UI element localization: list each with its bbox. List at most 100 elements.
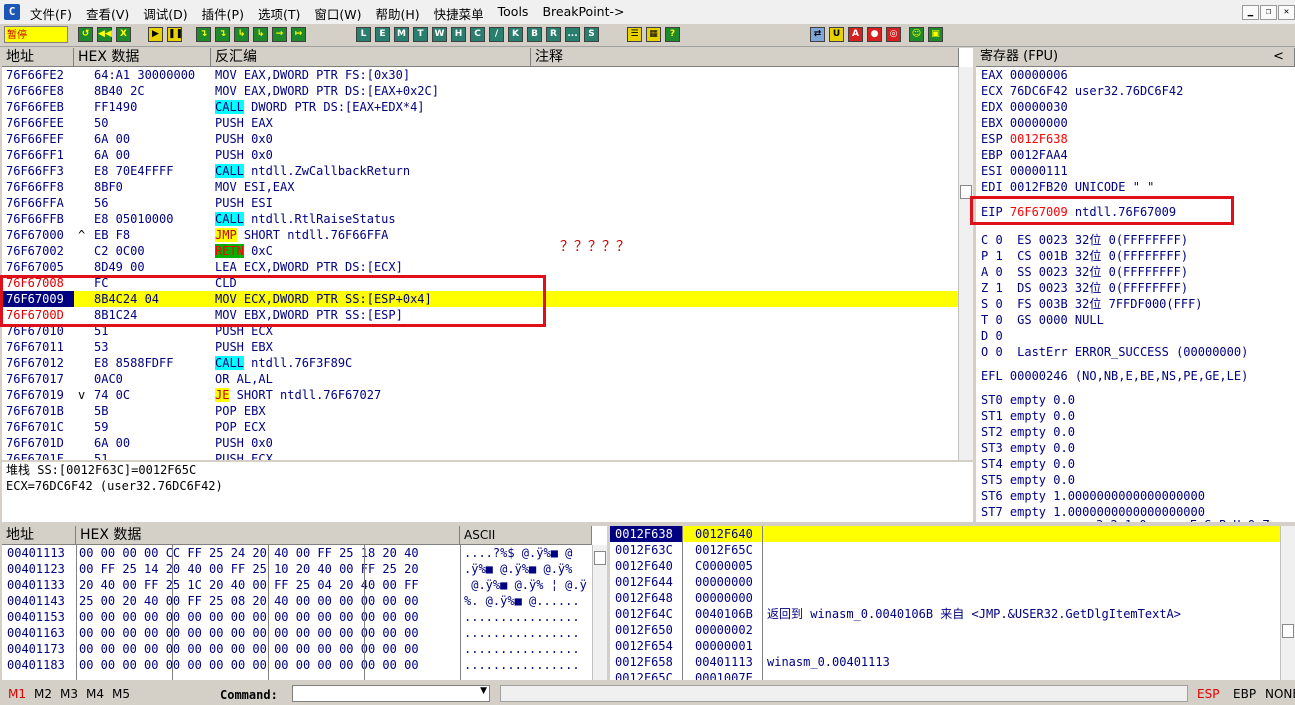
menu-item[interactable]: 调试(D) bbox=[143, 4, 187, 23]
disasm-row[interactable]: 76F6701F 51 PUSH ECX bbox=[2, 451, 958, 460]
dump-row[interactable]: 00401123 00 FF 25 14 20 40 00 FF 25 10 20… bbox=[2, 561, 592, 577]
toolbar-button[interactable]: / bbox=[489, 27, 504, 42]
fpu-register[interactable]: ST1 empty 0.0 bbox=[981, 408, 1075, 424]
disasm-row[interactable]: 76F66FFA 56 PUSH ESI bbox=[2, 195, 958, 211]
stack-row[interactable]: 0012F658 00401113 winasm_0.00401113 bbox=[610, 654, 1280, 670]
toolbar-button[interactable]: ↴ bbox=[215, 27, 230, 42]
dump-row[interactable]: 00401133 20 40 00 FF 25 1C 20 40 00 FF 25… bbox=[2, 577, 592, 593]
col-header-address[interactable]: 地址 bbox=[2, 48, 74, 67]
menu-item[interactable]: 文件(F) bbox=[30, 4, 72, 23]
toolbar-button[interactable]: ... bbox=[565, 27, 580, 42]
toolbar-button[interactable]: ↳ bbox=[234, 27, 249, 42]
disasm-row[interactable]: 76F6701C 59 POP ECX bbox=[2, 419, 958, 435]
toolbar-button[interactable]: C bbox=[470, 27, 485, 42]
register-value[interactable]: 0012FAA4 bbox=[1010, 148, 1068, 162]
bottom-reg-ebp[interactable]: EBP bbox=[1233, 687, 1256, 701]
toolbar-button[interactable]: L bbox=[356, 27, 371, 42]
flag-segment-row[interactable]: A 0 SS 0023 32位 0(FFFFFFFF) bbox=[981, 264, 1188, 280]
flag-segment-row[interactable]: P 1 CS 001B 32位 0(FFFFFFFF) bbox=[981, 248, 1188, 264]
memory-tab-m3[interactable]: M3 bbox=[60, 687, 78, 701]
register-edx[interactable]: EDX 00000030 bbox=[981, 99, 1068, 115]
bottom-reg-esp[interactable]: ESP bbox=[1197, 687, 1219, 701]
dump-row[interactable]: 00401143 25 00 20 40 00 FF 25 08 20 40 00… bbox=[2, 593, 592, 609]
register-value[interactable]: 00000111 bbox=[1010, 164, 1068, 178]
flag-segment-row[interactable]: C 0 ES 0023 32位 0(FFFFFFFF) bbox=[981, 232, 1188, 248]
toolbar-button[interactable]: ◎ bbox=[886, 27, 901, 42]
fpu-register[interactable]: ST3 empty 0.0 bbox=[981, 440, 1075, 456]
disassembly-scrollbar[interactable] bbox=[958, 67, 973, 460]
dump-row[interactable]: 00401153 00 00 00 00 00 00 00 00 00 00 00… bbox=[2, 609, 592, 625]
menu-item[interactable]: 帮助(H) bbox=[375, 4, 419, 23]
menu-item[interactable]: 插件(P) bbox=[202, 4, 244, 23]
dump-row[interactable]: 00401163 00 00 00 00 00 00 00 00 00 00 00… bbox=[2, 625, 592, 641]
stack-row[interactable]: 0012F65C 0001007E bbox=[610, 670, 1280, 680]
command-input[interactable]: ▼ bbox=[292, 685, 490, 702]
flag-segment-row[interactable]: S 0 FS 003B 32位 7FFDF000(FFF) bbox=[981, 296, 1203, 312]
bottom-reg-none[interactable]: NONE bbox=[1265, 687, 1295, 701]
dump-header-ascii[interactable]: ASCII bbox=[460, 526, 592, 545]
disasm-row[interactable]: 76F6701D 6A 00 PUSH 0x0 bbox=[2, 435, 958, 451]
toolbar-button[interactable]: ☰ bbox=[627, 27, 642, 42]
toolbar-button[interactable]: ? bbox=[665, 27, 680, 42]
disasm-row[interactable]: 76F67017 0AC0 OR AL,AL bbox=[2, 371, 958, 387]
toolbar-button[interactable]: ↺ bbox=[78, 27, 93, 42]
disasm-row[interactable]: 76F67019 v 74 0C JE SHORT ntdll.76F67027 bbox=[2, 387, 958, 403]
disasm-row[interactable]: 76F67002 C2 0C00 RETN 0xC bbox=[2, 243, 958, 259]
flag-segment-row[interactable]: D 0 bbox=[981, 328, 1003, 344]
toolbar-button[interactable]: ▦ bbox=[646, 27, 661, 42]
dump-row[interactable]: 00401113 00 00 00 00 CC FF 25 24 20 40 00… bbox=[2, 545, 592, 561]
dump-row[interactable]: 00401183 00 00 00 00 00 00 00 00 00 00 00… bbox=[2, 657, 592, 673]
col-header-disasm[interactable]: 反汇编 bbox=[211, 48, 531, 67]
toolbar-button[interactable]: T bbox=[413, 27, 428, 42]
menu-item[interactable]: Tools bbox=[498, 4, 529, 23]
stack-row[interactable]: 0012F64C 0040106B 返回到 winasm_0.0040106B 来自… bbox=[610, 606, 1280, 622]
register-eax[interactable]: EAX 00000006 bbox=[981, 67, 1068, 83]
menu-item[interactable]: 窗口(W) bbox=[314, 4, 361, 23]
memory-tab-m1[interactable]: M1 bbox=[8, 687, 26, 701]
stack-pane[interactable]: 0012F638 0012F640 0012F63C 0012F65C 0012F640… bbox=[610, 526, 1295, 680]
fpu-register[interactable]: ST0 empty 0.0 bbox=[981, 392, 1075, 408]
toolbar-button[interactable]: ▶ bbox=[148, 27, 163, 42]
stack-scroll-thumb[interactable] bbox=[1282, 624, 1294, 638]
register-esi[interactable]: ESI 00000111 bbox=[981, 163, 1068, 179]
toolbar-button[interactable]: ● bbox=[867, 27, 882, 42]
disasm-row[interactable]: 76F66FF8 8BF0 MOV ESI,EAX bbox=[2, 179, 958, 195]
stack-row[interactable]: 0012F63C 0012F65C bbox=[610, 542, 1280, 558]
disasm-row[interactable]: 76F66FEF 6A 00 PUSH 0x0 bbox=[2, 131, 958, 147]
stack-row[interactable]: 0012F644 00000000 bbox=[610, 574, 1280, 590]
menu-item[interactable]: BreakPoint-> bbox=[542, 4, 624, 23]
toolbar-button[interactable]: K bbox=[508, 27, 523, 42]
fpu-register[interactable]: ST4 empty 0.0 bbox=[981, 456, 1075, 472]
toolbar-button[interactable]: → bbox=[272, 27, 287, 42]
stack-row[interactable]: 0012F638 0012F640 bbox=[610, 526, 1280, 542]
toolbar-button[interactable]: ☺ bbox=[909, 27, 924, 42]
col-header-comment[interactable]: 注释 bbox=[531, 48, 959, 67]
disasm-row[interactable]: 76F66FF1 6A 00 PUSH 0x0 bbox=[2, 147, 958, 163]
register-efl[interactable]: EFL 00000246 (NO,NB,E,BE,NS,PE,GE,LE) bbox=[981, 368, 1248, 384]
fpu-register[interactable]: ST5 empty 0.0 bbox=[981, 472, 1075, 488]
memory-dump-pane[interactable]: 地址 HEX 数据 ASCII 00401113 00 00 00 00 CC F… bbox=[2, 526, 607, 680]
dump-row[interactable]: 00401173 00 00 00 00 00 00 00 00 00 00 00… bbox=[2, 641, 592, 657]
dump-header-address[interactable]: 地址 bbox=[2, 526, 76, 545]
toolbar-button[interactable]: S bbox=[584, 27, 599, 42]
toolbar-button[interactable]: X bbox=[116, 27, 131, 42]
register-value[interactable]: 00000006 bbox=[1010, 68, 1068, 82]
toolbar-button[interactable]: A bbox=[848, 27, 863, 42]
stack-row[interactable]: 0012F640 C0000005 bbox=[610, 558, 1280, 574]
minimize-icon[interactable]: ▁ bbox=[1242, 5, 1259, 20]
close-icon[interactable]: ✕ bbox=[1278, 5, 1295, 20]
toolbar-button[interactable]: E bbox=[375, 27, 390, 42]
memory-tab-m4[interactable]: M4 bbox=[86, 687, 104, 701]
toolbar-button[interactable]: ↦ bbox=[291, 27, 306, 42]
toolbar-button[interactable]: R bbox=[546, 27, 561, 42]
toolbar-button[interactable]: M bbox=[394, 27, 409, 42]
flag-segment-row[interactable]: Z 1 DS 0023 32位 0(FFFFFFFF) bbox=[981, 280, 1188, 296]
dump-scroll-thumb[interactable] bbox=[594, 551, 606, 565]
memory-tab-m2[interactable]: M2 bbox=[34, 687, 52, 701]
disasm-row[interactable]: 76F66FEB FF1490 CALL DWORD PTR DS:[EAX+EDX… bbox=[2, 99, 958, 115]
register-value[interactable]: 0012F638 bbox=[1010, 132, 1068, 146]
toolbar-button[interactable]: ↴ bbox=[196, 27, 211, 42]
chevron-down-icon[interactable]: ▼ bbox=[480, 686, 487, 696]
toolbar-button[interactable]: H bbox=[451, 27, 466, 42]
toolbar-button[interactable]: U bbox=[829, 27, 844, 42]
